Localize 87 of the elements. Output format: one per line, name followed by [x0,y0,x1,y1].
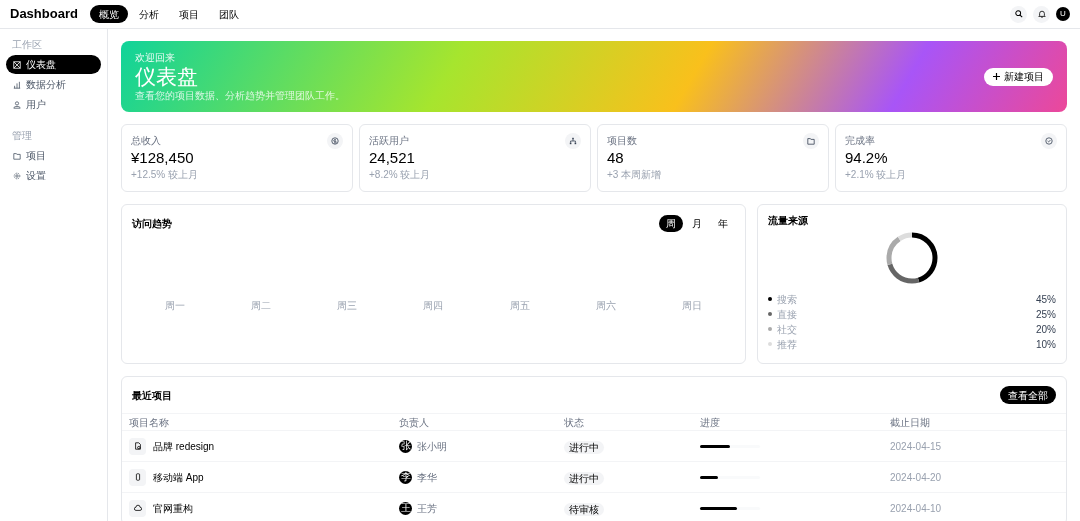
range-tab[interactable]: 周 [659,215,683,232]
column-header: 进度 [700,415,721,430]
legend-label: 直接 [777,307,797,322]
status-tag: 进行中 [564,472,604,485]
new-project-button[interactable]: 新建项目 [984,67,1053,86]
legend-value: 45% [1036,292,1056,307]
legend-value: 20% [1036,322,1056,337]
owner-name: 张小明 [417,439,447,454]
settings-icon [13,171,21,180]
grid-icon [13,60,21,69]
range-tab[interactable]: 月 [685,215,709,232]
axis-label: 周日 [681,299,702,313]
column-header: 状态 [564,415,585,430]
stat-value: ¥128,450 [131,149,195,167]
project-name: 移动端 App [153,470,204,485]
legend-label: 社交 [777,322,797,337]
due-date: 2024-04-20 [890,470,943,485]
plus-icon [993,73,1000,80]
search-icon [1014,10,1023,18]
nav-tab[interactable]: 项目 [169,5,208,23]
dollar-icon [331,137,339,145]
axis-label: 周五 [509,299,530,313]
brand-title: Dashboard [10,5,78,24]
legend-label: 搜索 [777,292,797,307]
check-circle-icon [1045,137,1053,145]
status-tag: 进行中 [564,441,604,454]
stat-change: +12.5% 较上月 [131,168,199,182]
card-title: 最近项目 [132,388,172,403]
bell-icon [1037,10,1046,18]
stat-label: 项目数 [607,134,637,148]
sidebar-item[interactable]: 数据分析 [6,75,101,94]
column-header: 负责人 [399,415,430,430]
nav-tab[interactable]: 分析 [129,5,168,23]
nav-tab[interactable]: 团队 [209,5,248,23]
legend-value: 10% [1036,337,1056,352]
owner-name: 王芳 [417,501,437,516]
range-tab[interactable]: 年 [711,215,735,232]
due-date: 2024-04-15 [890,439,943,454]
axis-label: 周四 [423,299,444,313]
legend-label: 推荐 [777,337,797,352]
stat-value: 24,521 [369,149,416,167]
due-date: 2024-04-10 [890,501,943,516]
sidebar-item[interactable]: 仪表盘 [6,55,101,74]
column-header: 截止日期 [890,415,931,430]
cloud-icon [133,504,142,512]
owner-avatar: 李 [399,470,412,484]
hero-subtitle: 查看您的项目数据、分析趋势并管理团队工作。 [135,89,345,102]
phone-icon [133,473,142,481]
stat-change: +2.1% 较上月 [845,168,908,182]
view-all-button[interactable]: 查看全部 [1000,386,1056,404]
column-header: 项目名称 [129,415,170,430]
nav-tab[interactable]: 概览 [89,5,128,23]
project-name: 官网重构 [153,501,193,516]
stat-change: +3 本周新增 [607,168,663,182]
bar-chart-icon [13,80,21,89]
project-name: 品牌 redesign [153,439,215,454]
donut-chart [884,230,940,286]
folder-icon [807,137,815,145]
hero-eyebrow: 欢迎回来 [135,51,176,64]
user-avatar[interactable]: U [1056,7,1070,21]
stat-value: 94.2% [845,149,889,167]
stat-value: 48 [607,149,625,167]
legend-value: 25% [1036,307,1056,322]
search-button[interactable] [1010,5,1027,23]
folder-icon [13,151,21,160]
stat-label: 完成率 [845,134,875,148]
sidebar-item[interactable]: 用户 [6,95,101,114]
owner-name: 李华 [417,470,437,485]
axis-label: 周六 [595,299,616,313]
users-icon [13,100,21,109]
stat-label: 活跃用户 [369,134,409,148]
document-icon [133,442,142,450]
hero-title: 仪表盘 [135,63,199,90]
axis-label: 周三 [337,299,358,313]
stat-change: +8.2% 较上月 [369,168,432,182]
section-label: 工作区 [11,38,43,52]
stat-label: 总收入 [131,134,161,148]
status-tag: 待审核 [564,503,604,516]
card-title: 流量来源 [768,214,809,228]
card-title: 访问趋势 [132,217,172,231]
owner-avatar: 王 [399,501,412,515]
sidebar-item[interactable]: 项目 [6,146,101,165]
owner-avatar: 张 [399,439,412,453]
notification-button[interactable] [1033,5,1050,23]
sidebar-item[interactable]: 设置 [6,166,101,185]
section-label: 管理 [11,129,33,143]
network-icon [569,137,577,145]
